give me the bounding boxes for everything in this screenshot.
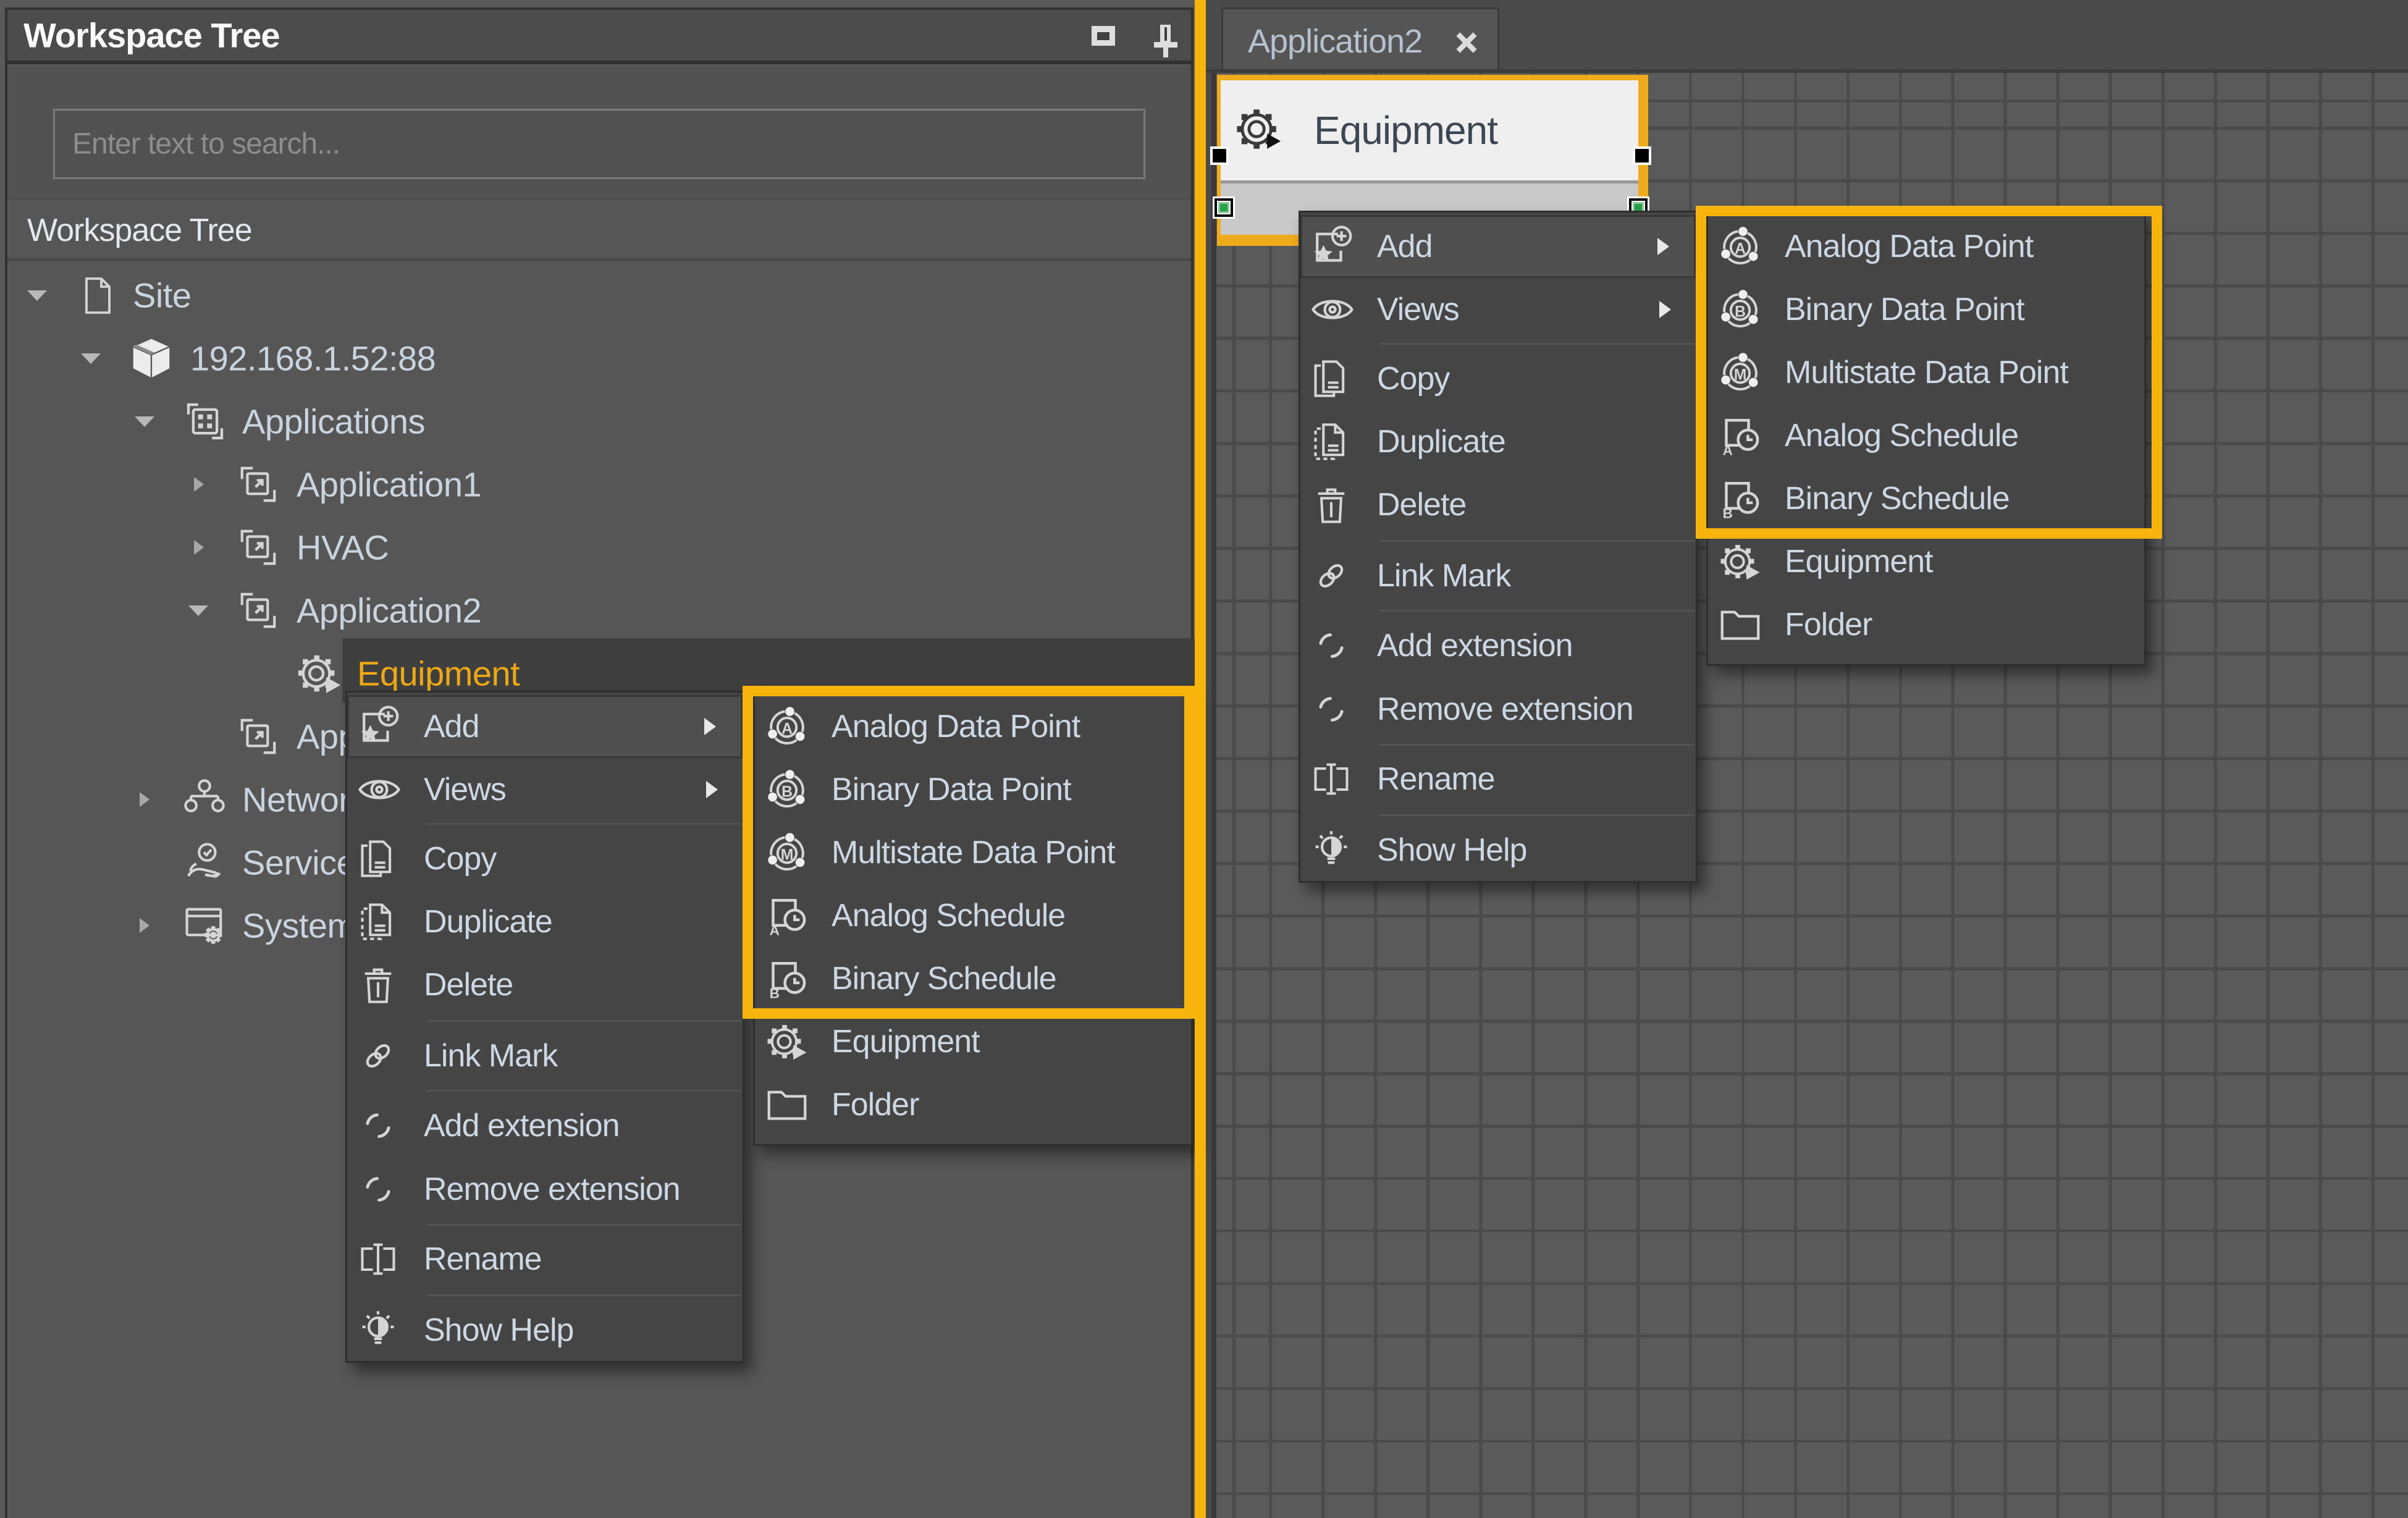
svg-text:B: B	[1723, 506, 1733, 521]
svg-text:B: B	[770, 986, 780, 1001]
svg-text:A: A	[1735, 240, 1746, 257]
svg-text:M: M	[1734, 366, 1747, 383]
svg-text:B: B	[781, 783, 793, 800]
svg-text:A: A	[781, 720, 793, 737]
svg-text:A: A	[770, 923, 780, 938]
svg-text:A: A	[1723, 443, 1733, 458]
svg-text:B: B	[1735, 303, 1746, 320]
svg-text:M: M	[781, 846, 794, 863]
